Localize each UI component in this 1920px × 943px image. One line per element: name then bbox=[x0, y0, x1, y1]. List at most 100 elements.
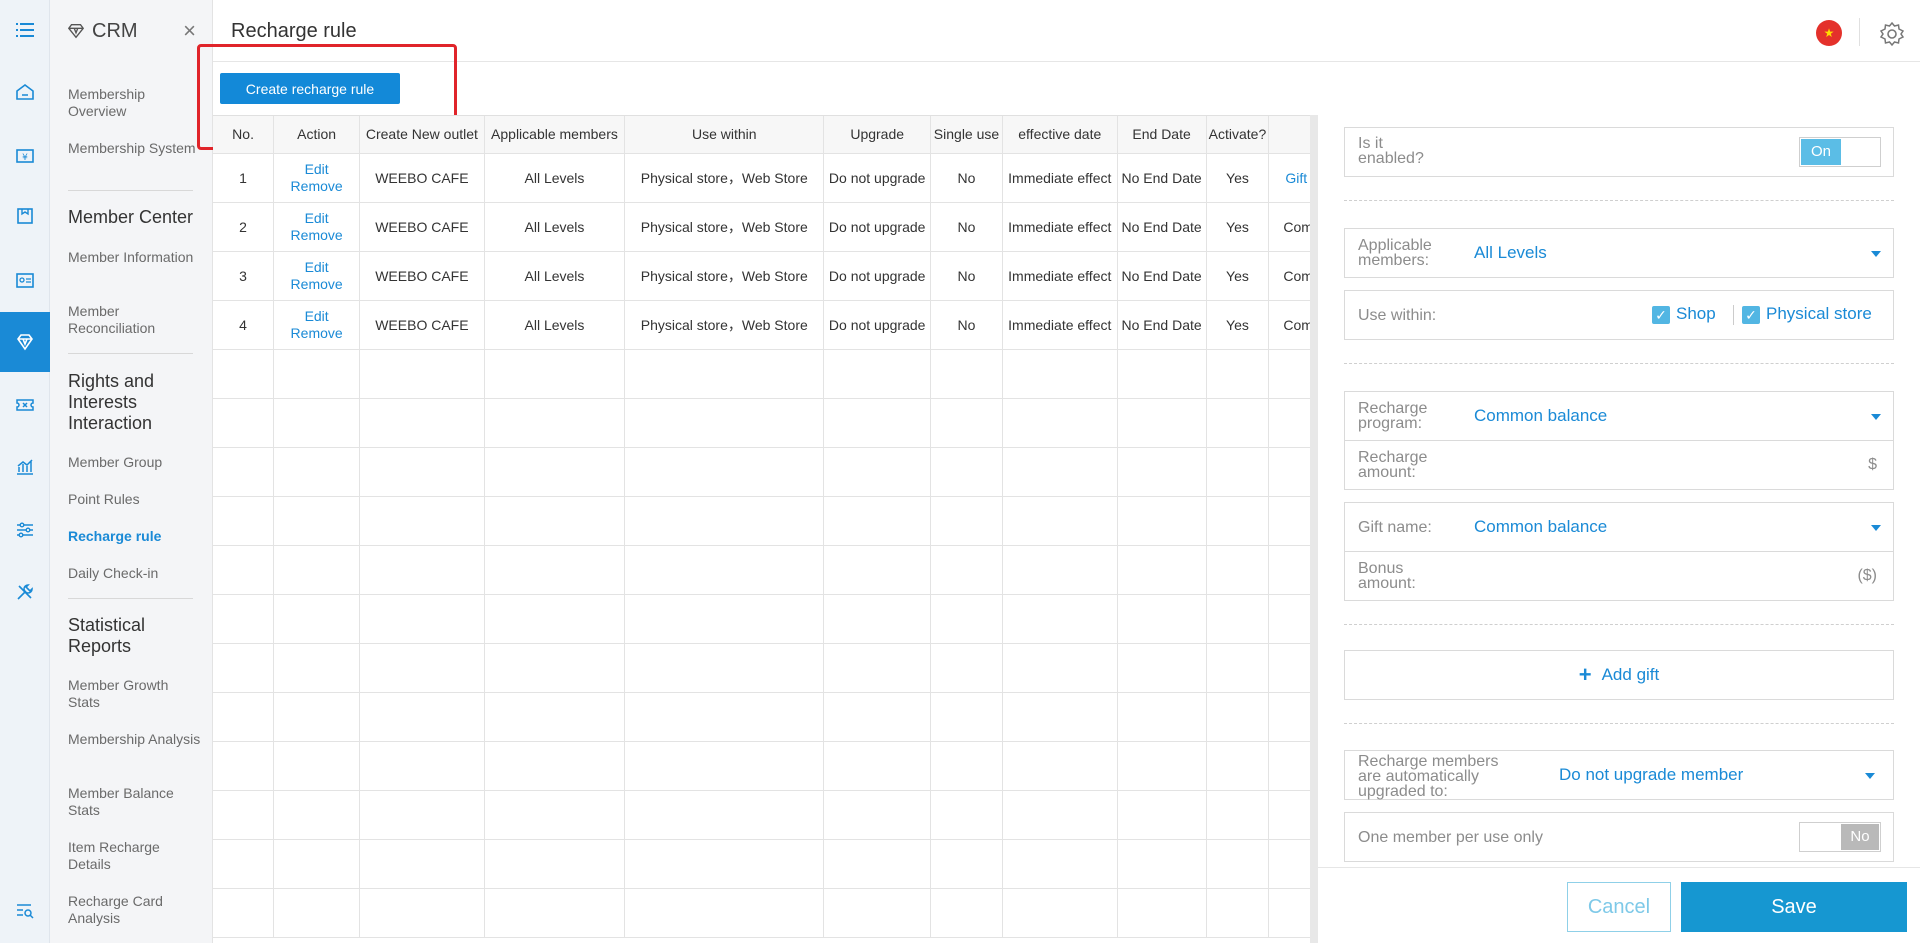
menu-icon bbox=[16, 23, 34, 37]
col-end-date[interactable]: End Date bbox=[1117, 116, 1207, 154]
menu-membership-system[interactable]: Membership System bbox=[68, 140, 203, 157]
icon-rail: ¥ bbox=[0, 0, 50, 943]
empty-cell bbox=[484, 692, 626, 742]
col-members[interactable]: Applicable members bbox=[484, 116, 626, 154]
rail-chart[interactable] bbox=[0, 437, 50, 497]
add-gift-button[interactable]: + Add gift bbox=[1344, 650, 1894, 700]
cell-end-date: No End Date bbox=[1117, 251, 1207, 301]
menu-point-rules[interactable]: Point Rules bbox=[68, 491, 203, 508]
rail-shop[interactable] bbox=[0, 186, 50, 246]
recharge-rule-form: Is it enabled? On Applicable members: Al… bbox=[1318, 115, 1920, 943]
empty-cell bbox=[624, 447, 825, 497]
col-no[interactable]: No. bbox=[213, 116, 275, 154]
rail-settings[interactable] bbox=[0, 500, 50, 560]
one-per-use-toggle[interactable]: No bbox=[1799, 822, 1881, 852]
rail-coupon[interactable] bbox=[0, 375, 50, 435]
gear-icon[interactable] bbox=[1878, 20, 1906, 48]
recharge-program-select[interactable]: Recharge program: Common balance bbox=[1344, 391, 1894, 441]
cell-use-within: Physical store，Web Store bbox=[624, 153, 825, 203]
empty-cell bbox=[624, 398, 825, 448]
col-outlet[interactable]: Create New outlet bbox=[359, 116, 485, 154]
menu-membership-overview[interactable]: Membership Overview bbox=[68, 86, 203, 120]
rail-crm[interactable] bbox=[0, 312, 50, 372]
empty-cell bbox=[359, 692, 485, 742]
menu-member-balance[interactable]: Member Balance Stats bbox=[68, 785, 203, 819]
rail-id-card[interactable] bbox=[0, 250, 50, 310]
col-use-within[interactable]: Use within bbox=[624, 116, 825, 154]
menu-item-recharge[interactable]: Item Recharge Details bbox=[68, 839, 203, 873]
chart-icon bbox=[17, 459, 33, 475]
col-action[interactable]: Action bbox=[273, 116, 361, 154]
physical-store-checkbox[interactable]: ✓ bbox=[1742, 306, 1760, 324]
rail-search-list[interactable] bbox=[0, 880, 50, 940]
empty-cell bbox=[1117, 545, 1207, 595]
menu-group-statistical-reports: Statistical Reports bbox=[68, 615, 146, 656]
coupon-icon bbox=[16, 399, 34, 411]
empty-cell bbox=[624, 790, 825, 840]
recharge-amount-field[interactable]: Recharge amount: $ bbox=[1344, 440, 1894, 490]
empty-cell bbox=[823, 398, 932, 448]
physical-store-label[interactable]: Physical store bbox=[1766, 304, 1872, 324]
empty-cell bbox=[1117, 594, 1207, 644]
empty-cell bbox=[1206, 643, 1270, 693]
shop-label[interactable]: Shop bbox=[1676, 304, 1716, 324]
col-activate[interactable]: Activate? bbox=[1206, 116, 1270, 154]
edit-link[interactable]: Edit bbox=[276, 259, 357, 276]
empty-cell bbox=[1002, 349, 1118, 399]
menu-recharge-card[interactable]: Recharge Card Analysis bbox=[68, 893, 203, 927]
menu-member-group[interactable]: Member Group bbox=[68, 454, 203, 471]
cell-action: Edit Remove bbox=[273, 251, 361, 301]
gift-name-select[interactable]: Gift name: Common balance bbox=[1344, 502, 1894, 552]
table-row: 3 Edit Remove WEEBO CAFE All Levels Physical … bbox=[213, 251, 1316, 301]
close-icon[interactable]: × bbox=[183, 20, 196, 42]
rail-cashier[interactable]: ¥ bbox=[0, 126, 50, 186]
cashier-icon: ¥ bbox=[16, 149, 34, 163]
empty-cell bbox=[213, 643, 275, 693]
check-icon: ✓ bbox=[1745, 307, 1757, 323]
cell-effective-date: Immediate effect bbox=[1002, 300, 1118, 350]
remove-link[interactable]: Remove bbox=[276, 178, 357, 195]
col-single-use[interactable]: Single use bbox=[930, 116, 1003, 154]
remove-link[interactable]: Remove bbox=[276, 227, 357, 244]
empty-cell bbox=[930, 398, 1003, 448]
one-per-use-label: One member per use only bbox=[1358, 829, 1543, 846]
empty-cell bbox=[484, 888, 626, 938]
menu-member-information[interactable]: Member Information bbox=[68, 249, 203, 266]
menu-toggle-button[interactable] bbox=[0, 0, 50, 60]
language-flag-icon[interactable]: ★ bbox=[1816, 20, 1842, 46]
menu-recharge-rule[interactable]: Recharge rule bbox=[68, 528, 203, 545]
shop-checkbox[interactable]: ✓ bbox=[1652, 306, 1670, 324]
empty-cell bbox=[1117, 888, 1207, 938]
edit-link[interactable]: Edit bbox=[276, 308, 357, 325]
empty-cell bbox=[1268, 888, 1316, 938]
remove-link[interactable]: Remove bbox=[276, 325, 357, 342]
panel-scrollbar[interactable] bbox=[1310, 115, 1318, 943]
empty-cell bbox=[484, 349, 626, 399]
cell-no: 1 bbox=[213, 153, 275, 203]
edit-link[interactable]: Edit bbox=[276, 161, 357, 178]
empty-cell bbox=[1117, 398, 1207, 448]
col-upgrade[interactable]: Upgrade bbox=[823, 116, 932, 154]
bonus-amount-field[interactable]: Bonus amount: ($) bbox=[1344, 551, 1894, 601]
menu-daily-checkin[interactable]: Daily Check-in bbox=[68, 565, 203, 582]
table-row-empty bbox=[213, 496, 1316, 546]
edit-link[interactable]: Edit bbox=[276, 210, 357, 227]
menu-member-growth[interactable]: Member Growth Stats bbox=[68, 677, 203, 711]
save-button[interactable]: Save bbox=[1681, 882, 1907, 932]
menu-member-reconciliation[interactable]: Member Reconciliation bbox=[68, 303, 203, 337]
rail-home[interactable] bbox=[0, 62, 50, 122]
empty-cell bbox=[930, 349, 1003, 399]
enabled-toggle[interactable]: On bbox=[1799, 137, 1881, 167]
col-effective-date[interactable]: effective date bbox=[1002, 116, 1118, 154]
table-row-empty bbox=[213, 545, 1316, 595]
menu-membership-analysis[interactable]: Membership Analysis bbox=[68, 731, 203, 748]
table-row-empty bbox=[213, 692, 1316, 742]
rail-tools[interactable] bbox=[0, 562, 50, 622]
auto-upgrade-select[interactable]: Recharge members are automatically upgra… bbox=[1344, 750, 1894, 800]
one-per-use-row: One member per use only No bbox=[1344, 812, 1894, 862]
remove-link[interactable]: Remove bbox=[276, 276, 357, 293]
create-recharge-rule-button[interactable]: Create recharge rule bbox=[220, 73, 400, 104]
cancel-button[interactable]: Cancel bbox=[1567, 882, 1671, 932]
members-select[interactable]: Applicable members: All Levels bbox=[1344, 228, 1894, 278]
empty-cell bbox=[213, 741, 275, 791]
